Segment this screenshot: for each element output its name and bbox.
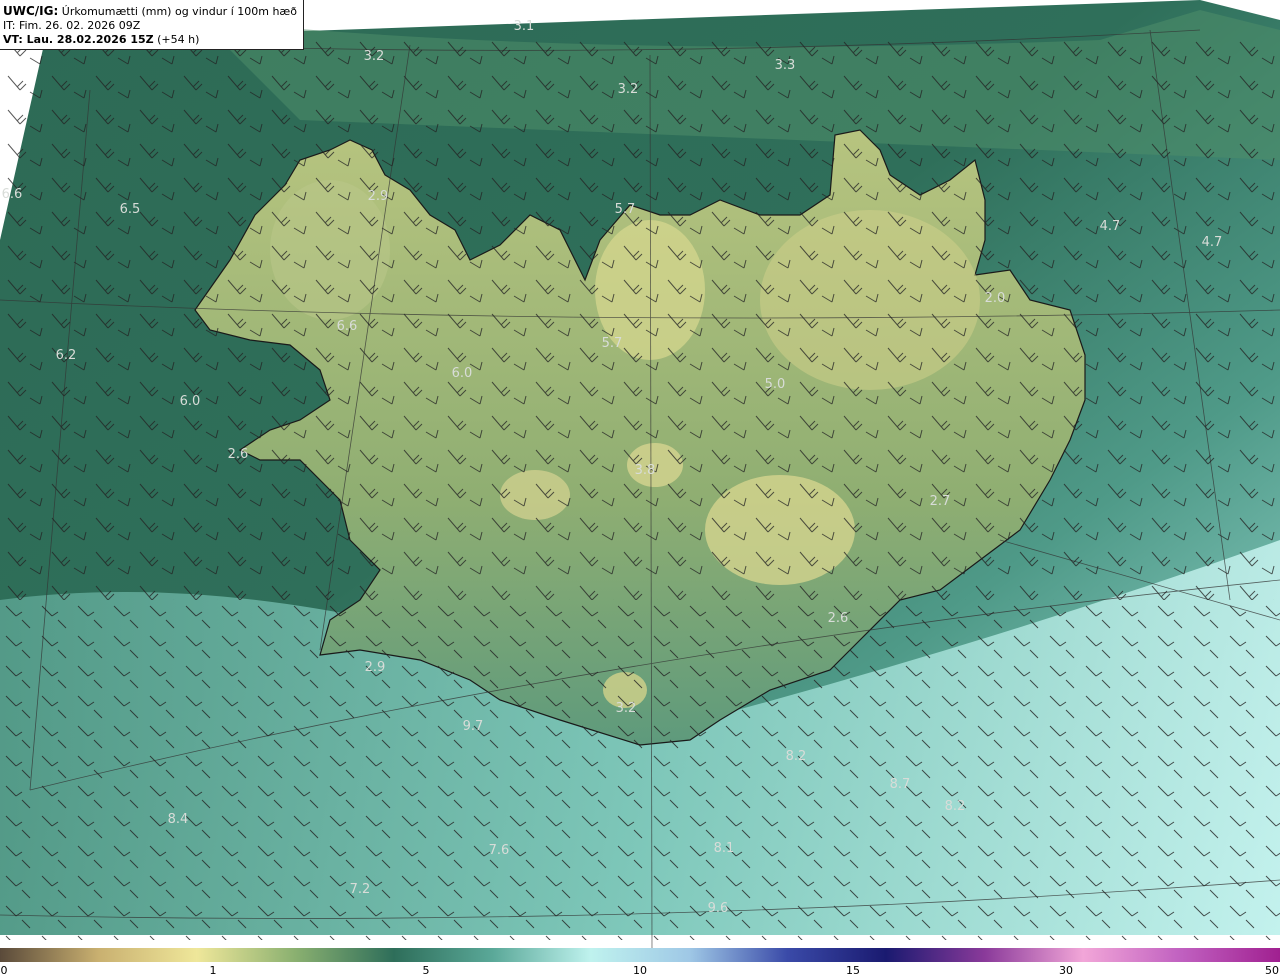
value-label: 6.2 [56,348,77,363]
value-label: 6.6 [337,319,358,334]
value-label: 2.6 [228,447,249,462]
value-label: 2.7 [930,494,951,509]
value-label: 9.7 [463,719,484,734]
map-title: Úrkomumætti (mm) og vindur í 100m hæð [61,5,297,18]
valid-time: VT: Lau. 28.02.2026 15Z [3,33,154,46]
wind-barbs-north [0,40,1280,600]
value-label: 9.6 [708,901,729,916]
value-label: 6.5 [120,202,141,217]
value-label: 5.0 [765,377,786,392]
weather-map-stage: 3.1 3.2 3.3 3.2 6.6 6.5 2.9 5.7 4.7 4.7 6.6 6.2 6.0 6… [0,0,1280,978]
precip-colorbar: 0 1 5 10 15 30 50 [0,948,1280,978]
value-label: 4.7 [1202,235,1223,250]
valid-offset: (+54 h) [157,33,200,46]
map-canvas: 3.1 3.2 3.3 3.2 6.6 6.5 2.9 5.7 4.7 4.7 6.6 6.2 6.0 6… [0,0,1280,948]
value-label: 5.7 [602,336,623,351]
colorbar-strip [0,948,1280,962]
value-label: 6.0 [180,394,201,409]
map-info-box: UWC/IG: Úrkomumætti (mm) og vindur í 100… [0,0,304,50]
colorbar-tick-label: 50 [1265,964,1279,977]
value-label: 7.2 [350,882,371,897]
value-label: 3.1 [514,19,535,34]
value-label: 3.2 [616,701,637,716]
value-label: 7.6 [489,843,510,858]
value-label: 3.3 [775,58,796,73]
value-label: 8.2 [945,799,966,814]
value-label: 2.9 [365,660,386,675]
value-label: 6.6 [2,187,23,202]
model-name: UWC/IG: [3,4,59,18]
value-label: 3.8 [635,463,656,478]
issue-time: IT: Fim. 26. 02. 2026 09Z [3,19,141,32]
value-label: 3.2 [364,49,385,64]
colorbar-tick-label: 0 [0,964,8,977]
value-label: 8.2 [786,749,807,764]
colorbar-tick-label: 30 [1059,964,1073,977]
value-label: 6.0 [452,366,473,381]
colorbar-tick-label: 10 [633,964,647,977]
colorbar-tick-label: 15 [846,964,860,977]
value-label: 5.7 [615,202,636,217]
colorbar-tick-label: 5 [422,964,430,977]
value-label: 2.6 [828,611,849,626]
value-label: 2.0 [985,291,1006,306]
value-label: 8.7 [890,777,911,792]
value-label: 8.4 [168,812,189,827]
value-label: 8.1 [714,841,735,856]
colorbar-tick-label: 1 [209,964,217,977]
value-label: 2.9 [368,189,389,204]
value-label: 3.2 [618,82,639,97]
value-label: 4.7 [1100,219,1121,234]
wind-barbs-south [0,600,1280,940]
